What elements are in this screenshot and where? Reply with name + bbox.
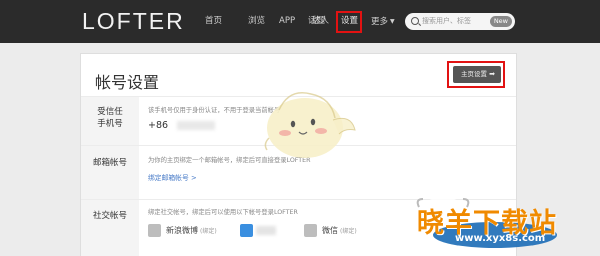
nav-browse[interactable]: 浏览 [248,0,265,43]
nav-more[interactable]: 更多 ▼ [371,0,395,43]
weibo-icon [148,224,161,237]
new-badge: New [489,16,512,27]
bind-email-link[interactable]: 绑定邮箱帐号 > [148,172,197,182]
mascot-illustration [264,92,356,158]
nav-experts[interactable]: 达人 [310,0,329,43]
search-box[interactable]: 搜索用户、标签 New [405,13,515,30]
watermark-url: www.xyx8s.com [455,233,546,244]
qq-icon [240,224,253,237]
top-navbar: LOFTER 首页 浏览 APP 话题 达人 设置 更多 ▼ 搜索用户、标签 Ne… [0,0,600,43]
nav-settings-highlight [336,11,362,33]
social-section-label: 社交帐号 [92,211,127,221]
nav-home[interactable]: 首页 [205,0,222,43]
lofter-logo[interactable]: LOFTER [82,8,185,35]
phone-number-redacted [177,121,215,130]
nav-app[interactable]: APP [279,0,295,43]
chevron-down-icon: ▼ [390,18,395,25]
search-icon [411,17,419,25]
phone-prefix: +86 [148,120,169,131]
homepage-settings-highlight [447,61,505,88]
search-input[interactable]: 搜索用户、标签 [422,15,471,28]
phone-section-label: 受信任 手机号 [97,107,123,129]
watermark: 晓羊下载站 www.xyx8s.com [415,193,600,256]
wechat-icon [304,224,317,237]
email-section-label: 邮箱帐号 [92,158,127,168]
qq-account-redacted [256,226,276,235]
social-description: 绑定社交帐号，绑定后可以使用以下帐号登录LOFTER [148,209,298,216]
page-title: 帐号设置 [95,73,160,92]
